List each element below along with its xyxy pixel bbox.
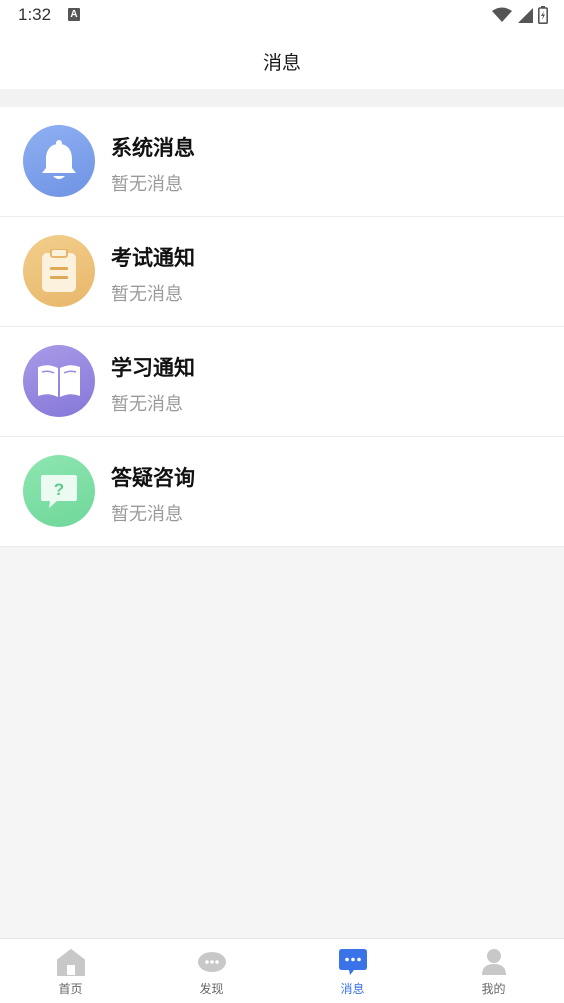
svg-text:?: ? <box>54 480 64 499</box>
message-title: 系统消息 <box>111 136 195 160</box>
status-icons <box>492 6 548 24</box>
message-list: 系统消息 暂无消息 考试通知 暂无消息 学习通知 暂无消息 ? 答疑咨询 暂无消… <box>0 107 564 547</box>
book-icon <box>23 345 95 417</box>
tab-profile[interactable]: 我的 <box>423 939 564 1003</box>
message-subtitle: 暂无消息 <box>111 394 183 415</box>
a-notification-icon: A <box>68 8 80 21</box>
battery-icon <box>538 6 548 24</box>
tab-home[interactable]: 首页 <box>0 939 141 1003</box>
status-time: 1:32 <box>18 5 52 24</box>
profile-icon <box>481 949 506 975</box>
message-title: 学习通知 <box>111 356 195 380</box>
bottom-tab-bar: 首页 发现 消息 我的 <box>0 938 564 1003</box>
message-row-qa[interactable]: ? 答疑咨询 暂无消息 <box>0 437 564 547</box>
message-row-exam[interactable]: 考试通知 暂无消息 <box>0 217 564 327</box>
message-subtitle: 暂无消息 <box>111 504 183 525</box>
app-bar: 消息 <box>0 32 564 89</box>
status-bar: 1:32 A <box>0 0 564 32</box>
home-icon <box>56 949 85 976</box>
message-subtitle: 暂无消息 <box>111 174 183 195</box>
clipboard-icon <box>23 235 95 307</box>
message-subtitle: 暂无消息 <box>111 284 183 305</box>
tab-label: 首页 <box>58 982 83 996</box>
message-icon <box>338 949 367 975</box>
signal-icon <box>518 8 533 23</box>
page-title: 消息 <box>262 52 301 74</box>
discover-icon <box>197 952 226 972</box>
tab-label: 发现 <box>199 982 224 996</box>
message-title: 答疑咨询 <box>111 466 195 490</box>
tab-messages[interactable]: 消息 <box>282 939 423 1003</box>
tab-discover[interactable]: 发现 <box>141 939 282 1003</box>
message-row-system[interactable]: 系统消息 暂无消息 <box>0 107 564 217</box>
message-row-study[interactable]: 学习通知 暂无消息 <box>0 327 564 437</box>
tab-label: 我的 <box>481 982 506 996</box>
message-title: 考试通知 <box>111 246 195 270</box>
question-bubble-icon: ? <box>23 455 95 527</box>
bell-icon <box>23 125 95 197</box>
tab-label: 消息 <box>340 982 365 996</box>
section-divider <box>0 89 564 107</box>
wifi-icon <box>492 7 512 22</box>
